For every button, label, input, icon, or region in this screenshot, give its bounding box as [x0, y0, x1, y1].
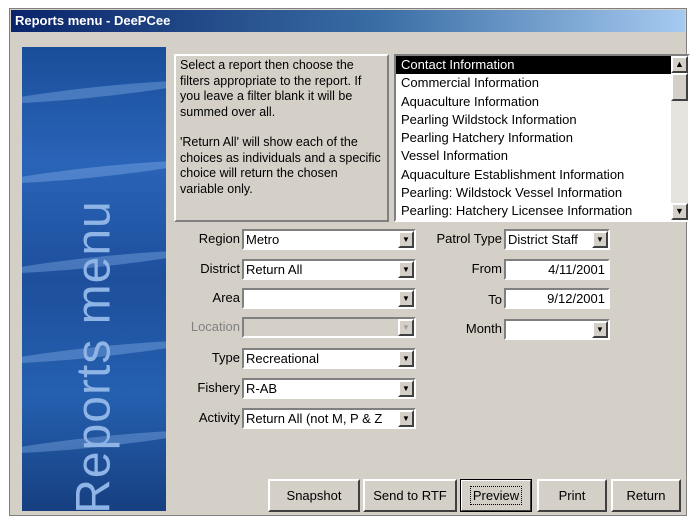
preview-button[interactable]: Preview — [460, 479, 532, 512]
scroll-up-arrow-icon[interactable]: ▲ — [671, 56, 688, 73]
location-label: Location — [190, 319, 240, 334]
side-banner: Reports menu — [22, 47, 166, 511]
dropdown-arrow-icon[interactable]: ▼ — [592, 231, 608, 248]
banner-decoration — [22, 77, 166, 107]
fishery-combo[interactable]: R-AB ▼ — [242, 378, 416, 399]
side-banner-title: Reports menu — [67, 200, 121, 511]
reports-list-scrollbar[interactable]: ▲ ▼ — [671, 56, 688, 220]
window-title: Reports menu - DeePCee — [11, 10, 685, 32]
fishery-value: R-AB — [246, 381, 278, 396]
report-list-item[interactable]: Vessel Information — [396, 147, 672, 165]
print-button[interactable]: Print — [537, 479, 607, 512]
patrol-type-label: Patrol Type — [436, 231, 502, 246]
fishery-label: Fishery — [197, 380, 240, 395]
reports-listbox[interactable]: Contact Information Commercial Informati… — [394, 54, 690, 222]
preview-button-label: Preview — [469, 486, 523, 505]
patrol-type-value: District Staff — [508, 232, 578, 247]
activity-combo[interactable]: Return All (not M, P & Z ▼ — [242, 408, 416, 429]
patrol-type-combo[interactable]: District Staff ▼ — [504, 229, 610, 250]
from-label: From — [471, 261, 502, 276]
return-button-label: Return — [626, 488, 666, 503]
area-label: Area — [212, 290, 240, 305]
activity-value: Return All (not M, P & Z — [246, 411, 383, 426]
report-list-item[interactable]: Aquaculture Establishment Information — [396, 166, 672, 184]
to-label: To — [488, 292, 502, 307]
instructions-paragraph-1: Select a report then choose the filters … — [180, 58, 362, 119]
region-combo[interactable]: Metro ▼ — [242, 229, 416, 250]
scroll-down-arrow-icon[interactable]: ▼ — [671, 203, 688, 220]
reports-menu-window: Reports menu - DeePCee Reports menu Sele… — [9, 8, 690, 516]
type-combo[interactable]: Recreational ▼ — [242, 348, 416, 369]
send-to-rtf-button-label: Send to RTF — [373, 488, 447, 503]
type-label: Type — [211, 350, 240, 365]
region-value: Metro — [246, 232, 280, 247]
return-button[interactable]: Return — [611, 479, 681, 512]
report-list-item[interactable]: Pearling: Hatchery Licensee Information — [396, 202, 672, 220]
print-button-label: Print — [558, 488, 586, 503]
dropdown-arrow-icon[interactable]: ▼ — [398, 231, 414, 248]
dropdown-arrow-icon[interactable]: ▼ — [398, 350, 414, 367]
instructions-paragraph-2: 'Return All' will show each of the choic… — [180, 135, 381, 196]
area-combo[interactable]: ▼ — [242, 288, 416, 309]
dropdown-arrow-icon[interactable]: ▼ — [398, 410, 414, 427]
report-list-item[interactable]: Pearling Wildstock Information — [396, 111, 672, 129]
instructions-panel: Select a report then choose the filters … — [174, 54, 389, 222]
banner-decoration — [22, 157, 166, 187]
district-value: Return All — [246, 262, 303, 277]
report-list-item[interactable]: Contact Information — [396, 56, 672, 75]
dropdown-arrow-icon[interactable]: ▼ — [398, 380, 414, 397]
dropdown-arrow-icon[interactable]: ▼ — [398, 290, 414, 307]
month-label: Month — [465, 321, 502, 336]
dropdown-arrow-icon[interactable]: ▼ — [398, 261, 414, 278]
month-combo[interactable]: ▼ — [504, 319, 610, 340]
report-list-item[interactable]: Commercial Information — [396, 74, 672, 92]
region-label: Region — [198, 231, 240, 246]
report-list-item[interactable]: Pearling: Wildstock Vessel Information — [396, 184, 672, 202]
dropdown-arrow-icon: ▼ — [398, 319, 414, 336]
report-list-item[interactable]: Pearling Hatchery Information — [396, 129, 672, 147]
scrollbar-thumb[interactable] — [671, 73, 688, 101]
dropdown-arrow-icon[interactable]: ▼ — [592, 321, 608, 338]
from-date-field[interactable]: 4/11/2001 — [504, 259, 610, 280]
snapshot-button[interactable]: Snapshot — [268, 479, 360, 512]
district-label: District — [200, 261, 240, 276]
report-list-item[interactable]: Aquaculture Information — [396, 93, 672, 111]
type-value: Recreational — [246, 351, 319, 366]
activity-label: Activity — [198, 410, 240, 425]
send-to-rtf-button[interactable]: Send to RTF — [363, 479, 457, 512]
snapshot-button-label: Snapshot — [286, 488, 342, 503]
location-combo: ▼ — [242, 317, 416, 338]
to-date-field[interactable]: 9/12/2001 — [504, 288, 610, 309]
district-combo[interactable]: Return All ▼ — [242, 259, 416, 280]
